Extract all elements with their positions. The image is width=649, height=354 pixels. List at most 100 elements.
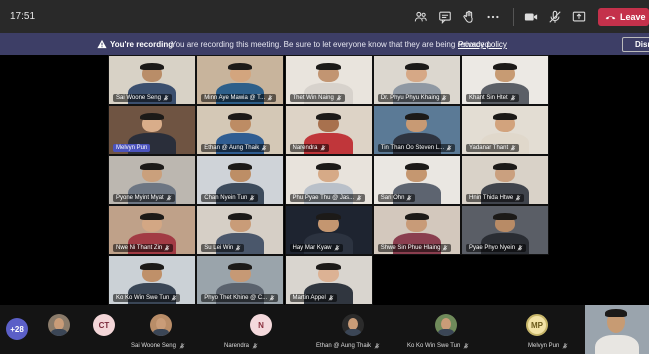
mic-muted-icon — [510, 145, 516, 151]
recording-banner: You're recording You are recording this … — [0, 33, 649, 55]
mic-muted-icon — [442, 245, 448, 251]
video-tile[interactable]: Phu Pyae Thu @ Jas... — [284, 155, 373, 205]
participant-hair — [492, 62, 518, 71]
video-tile[interactable]: Martin Appel — [284, 255, 373, 305]
video-tile[interactable]: Tin Than Oo Steven L... — [372, 105, 461, 155]
video-tile[interactable]: Phyo Thet Khine @ C... — [196, 255, 285, 305]
participant-name-tag: Sari Ohn — [377, 194, 416, 202]
mic-muted-icon — [356, 195, 362, 201]
participant-name-tag: Hay Mar Kyaw — [289, 244, 343, 252]
video-tile[interactable]: Khant Sin Htet — [461, 55, 549, 105]
meeting-timer: 17:51 — [10, 11, 36, 22]
photo-avatar[interactable] — [342, 314, 364, 336]
mic-muted-icon — [463, 343, 469, 349]
video-tile[interactable]: Melvyn Pun — [108, 105, 196, 155]
participant-hair — [404, 212, 429, 221]
initials-avatar[interactable]: MP — [526, 314, 548, 336]
video-tile[interactable]: Dr. Phyu Phyu Khaing — [372, 55, 461, 105]
mic-muted-icon — [267, 95, 273, 101]
camera-icon[interactable] — [523, 9, 539, 25]
mic-muted-icon — [446, 145, 452, 151]
strip-participant-name: Ko Ko Win Swe Tun — [407, 343, 469, 349]
participant-name-tag: Minn Aye Mawia @ T... — [201, 94, 277, 102]
video-tile[interactable]: Ethan @ Aung Thaik — [196, 105, 285, 155]
participant-hair — [404, 112, 429, 121]
participant-name: Pyone Myint Myat — [116, 195, 164, 201]
initials-avatar[interactable]: N — [250, 314, 272, 336]
participant-name: Hnin Thida Htwe — [469, 195, 514, 201]
video-tile[interactable]: Narendra — [284, 105, 373, 155]
participant-name: Narendra — [292, 145, 318, 151]
leave-button[interactable]: Leave — [598, 8, 649, 26]
dismiss-button[interactable]: Dism — [622, 37, 649, 52]
strip-name-text: Ko Ko Win Swe Tun — [407, 343, 461, 349]
video-tile[interactable]: Chan Nyein Tun — [196, 155, 285, 205]
participant-hair — [228, 162, 253, 171]
participant-strip: +28 CT Sai Woone Seng N Narendra Ethan @ Aun… — [0, 305, 649, 354]
participant-hair — [139, 62, 165, 71]
participant-name-tag: Thet Win Naing — [289, 94, 345, 102]
participant-name: Su Lei Win — [204, 245, 234, 251]
strip-participant-name: Ethan @ Aung Thaik — [316, 343, 380, 349]
video-tile[interactable]: Sari Ohn — [372, 155, 461, 205]
mic-muted-icon[interactable] — [547, 9, 563, 25]
participant-name-tag: Pyone Myint Myat — [113, 194, 175, 202]
participant-name: Tin Than Oo Steven L... — [380, 145, 445, 151]
mic-muted-icon — [336, 95, 342, 101]
photo-avatar[interactable] — [48, 314, 70, 336]
video-tile[interactable]: Minn Aye Mawia @ T... — [196, 55, 285, 105]
mic-muted-icon — [320, 145, 326, 151]
photo-avatar[interactable] — [435, 314, 457, 336]
participant-hair — [492, 112, 518, 121]
participant-hair — [316, 212, 341, 221]
raise-hand-icon[interactable] — [461, 9, 477, 25]
participant-name: Yadanar Thant — [469, 145, 509, 151]
video-tile[interactable]: Thet Win Naing — [284, 55, 373, 105]
participant-hair — [228, 262, 253, 271]
video-tile[interactable]: Ko Ko Win Swe Tun — [108, 255, 196, 305]
strip-name-text: Melvyn Pun — [528, 343, 560, 349]
participant-name: Dr. Phyu Phyu Khaing — [380, 95, 440, 101]
more-icon[interactable] — [485, 9, 501, 25]
video-tile[interactable]: Hay Mar Kyaw — [284, 205, 373, 255]
video-tile[interactable]: Shwe Sin Phue Hlaing — [372, 205, 461, 255]
video-tile[interactable]: Hnin Thida Htwe — [461, 155, 549, 205]
video-tile[interactable]: Yadanar Thant — [461, 105, 549, 155]
more-participants-badge[interactable]: +28 — [6, 318, 28, 340]
video-tile[interactable]: Nwe Ni Thant Zin — [108, 205, 196, 255]
video-tile[interactable]: Pyae Phyo Nyein — [461, 205, 549, 255]
chat-icon[interactable] — [437, 9, 453, 25]
mic-muted-icon — [562, 343, 568, 349]
participant-name-tag: Narendra — [289, 144, 329, 152]
video-tile[interactable]: Pyone Myint Myat — [108, 155, 196, 205]
mic-muted-icon — [517, 245, 523, 251]
participant-name: Chan Nyein Tun — [204, 195, 248, 201]
video-tile[interactable]: Su Lei Win — [196, 205, 285, 255]
share-screen-icon[interactable] — [571, 9, 587, 25]
strip-participant-name: Sai Woone Seng — [131, 343, 185, 349]
participant-hair — [139, 212, 165, 221]
privacy-policy-link[interactable]: Privacy policy — [458, 40, 507, 49]
mic-muted-icon — [163, 95, 169, 101]
photo-avatar[interactable] — [150, 314, 172, 336]
initials-avatar[interactable]: CT — [93, 314, 115, 336]
strip-name-text: Sai Woone Seng — [131, 343, 176, 349]
participant-hair — [316, 62, 341, 71]
video-tile[interactable]: Sai Woone Seng — [108, 55, 196, 105]
participant-hair — [228, 112, 253, 121]
participant-hair — [139, 112, 165, 121]
participants-icon[interactable] — [413, 9, 429, 25]
hang-up-icon — [605, 15, 616, 19]
mic-muted-icon — [179, 343, 185, 349]
mic-muted-icon — [510, 95, 516, 101]
participant-hair — [228, 62, 253, 71]
mic-muted-icon — [261, 145, 267, 151]
participant-name: Phu Pyae Thu @ Jas... — [292, 195, 355, 201]
mic-muted-icon — [249, 195, 255, 201]
mic-muted-icon — [164, 245, 170, 251]
participant-name: Minn Aye Mawia @ T... — [204, 95, 266, 101]
participant-hair — [316, 262, 341, 271]
strip-participant-name: Melvyn Pun — [528, 343, 568, 349]
participant-name-tag: Hnin Thida Htwe — [466, 194, 525, 202]
participant-hair — [404, 62, 429, 71]
